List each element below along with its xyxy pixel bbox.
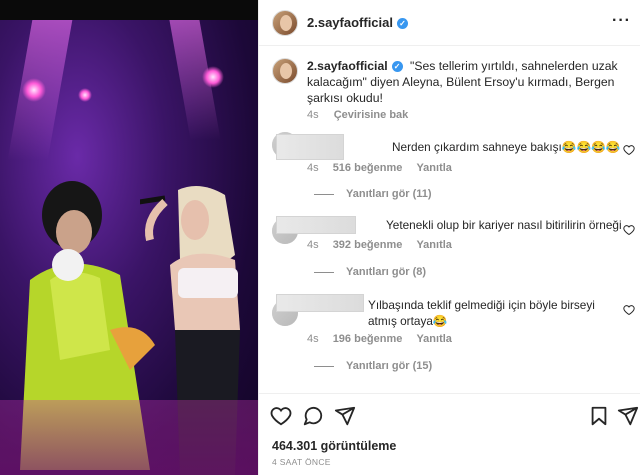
author-username-text[interactable]: 2.sayfaofficial — [307, 15, 393, 30]
comment-meta: 4s 392 beğenme Yanıtla — [307, 239, 463, 251]
comment-meta: 4s 516 beğenme Yanıtla — [307, 162, 463, 174]
comment-age: 4s — [307, 333, 319, 345]
comment-text: Nerden çıkardım sahneye bakışı😂😂😂😂 — [392, 140, 621, 154]
comment-likes[interactable]: 196 beğenme — [333, 333, 403, 345]
post-timestamp[interactable]: 4 SAAT ÖNCE — [272, 457, 331, 467]
post-actions: 464.301 görüntüleme 4 SAAT ÖNCE — [259, 393, 640, 475]
heart-icon[interactable] — [270, 405, 292, 427]
caption-meta: 4s Çevirisine bak — [307, 109, 420, 121]
comment-likes[interactable]: 392 beğenme — [333, 239, 403, 251]
heart-icon[interactable] — [623, 224, 635, 236]
caption-avatar[interactable] — [272, 58, 298, 84]
comment-icon[interactable] — [302, 405, 324, 427]
comment-text: Yılbaşında teklif gelmediği için böyle b… — [368, 298, 595, 328]
reply-button[interactable]: Yanıtla — [416, 162, 451, 174]
bookmark-icon[interactable] — [588, 405, 610, 427]
verified-icon: ✓ — [397, 18, 408, 29]
comment-item: Yetenekli olup bir kariyer nasıl bitiril… — [272, 212, 637, 282]
comment-username-redacted — [276, 216, 356, 234]
heart-icon[interactable] — [623, 304, 635, 316]
comment-likes[interactable]: 516 beğenme — [333, 162, 403, 174]
view-replies-button[interactable]: Yanıtları gör (15) — [314, 360, 432, 372]
share-icon[interactable] — [334, 405, 356, 427]
post-media[interactable] — [0, 0, 258, 475]
verified-icon: ✓ — [391, 61, 403, 72]
media-topbar — [0, 0, 258, 20]
comment-username-redacted — [276, 134, 344, 160]
comment-meta: 4s 196 beğenme Yanıtla — [307, 333, 463, 345]
caption-username-text[interactable]: 2.sayfaofficial — [307, 59, 388, 73]
post-header: 2.sayfaofficial ✓ ··· — [259, 0, 640, 46]
comment-item: Yılbaşında teklif gelmediği için böyle b… — [272, 292, 637, 376]
more-icon[interactable]: ··· — [612, 12, 631, 30]
post-details-panel: 2.sayfaofficial ✓ ··· 2.sayfaofficial ✓ "S… — [258, 0, 640, 475]
stage-light — [78, 88, 92, 102]
view-replies-button[interactable]: Yanıtları gör (8) — [314, 266, 426, 278]
caption-text: 2.sayfaofficial ✓ "Ses tellerim yırtıldı,… — [307, 58, 637, 106]
reply-button[interactable]: Yanıtla — [416, 333, 451, 345]
reply-button[interactable]: Yanıtla — [416, 239, 451, 251]
comment-age: 4s — [307, 162, 319, 174]
caption-username[interactable]: 2.sayfaofficial ✓ — [307, 59, 403, 73]
stage-floor — [0, 400, 258, 475]
comment-age: 4s — [307, 239, 319, 251]
comment-username-redacted — [276, 294, 364, 312]
view-count[interactable]: 464.301 görüntüleme — [272, 439, 396, 453]
caption-age: 4s — [307, 109, 319, 121]
stage-light — [22, 78, 46, 102]
translate-button[interactable]: Çevirisine bak — [334, 109, 409, 121]
author-username[interactable]: 2.sayfaofficial ✓ — [307, 15, 408, 30]
heart-icon[interactable] — [623, 144, 635, 156]
view-replies-button[interactable]: Yanıtları gör (11) — [314, 188, 432, 200]
share-icon[interactable] — [617, 405, 639, 427]
comment-item: Nerden çıkardım sahneye bakışı😂😂😂😂 4s 51… — [272, 132, 637, 202]
author-avatar[interactable] — [272, 10, 298, 36]
comment-text: Yetenekli olup bir kariyer nasıl bitiril… — [386, 218, 622, 232]
stage-light — [202, 66, 224, 88]
